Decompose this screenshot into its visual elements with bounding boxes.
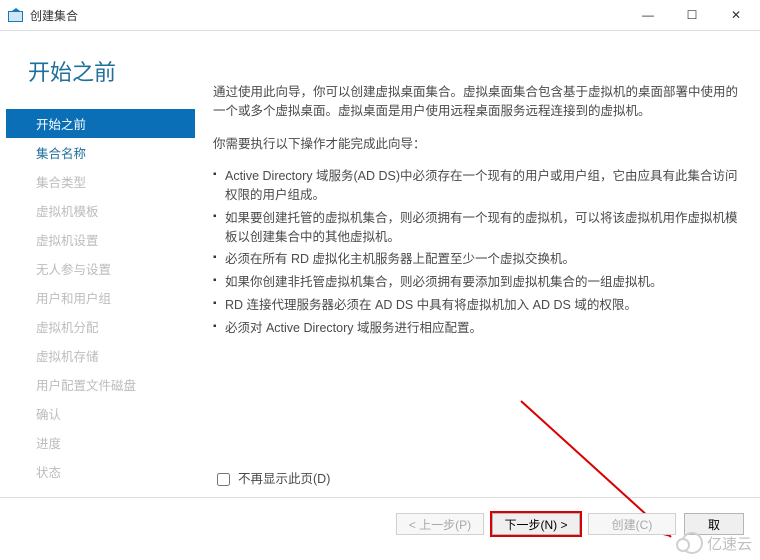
- window-title: 创建集合: [30, 7, 626, 24]
- intro-text: 通过使用此向导，你可以创建虚拟桌面集合。虚拟桌面集合包含基于虚拟机的桌面部署中使…: [213, 83, 738, 121]
- requirement-item: 必须在所有 RD 虚拟化主机服务器上配置至少一个虚拟交换机。: [213, 250, 738, 269]
- requirement-item: RD 连接代理服务器必须在 AD DS 中具有将虚拟机加入 AD DS 域的权限…: [213, 296, 738, 315]
- step-vm-storage: 虚拟机存储: [6, 341, 195, 370]
- page-heading: 开始之前: [6, 31, 195, 109]
- step-vm-settings: 虚拟机设置: [6, 225, 195, 254]
- step-list: 开始之前 集合名称 集合类型 虚拟机模板 虚拟机设置 无人参与设置 用户和用户组…: [6, 109, 195, 486]
- step-progress: 进度: [6, 428, 195, 457]
- step-vm-template: 虚拟机模板: [6, 196, 195, 225]
- wizard-body: 开始之前 开始之前 集合名称 集合类型 虚拟机模板 虚拟机设置 无人参与设置 用…: [0, 31, 760, 498]
- step-vm-assignment: 虚拟机分配: [6, 312, 195, 341]
- previous-button: < 上一步(P): [396, 513, 484, 535]
- content-pane: 通过使用此向导，你可以创建虚拟桌面集合。虚拟桌面集合包含基于虚拟机的桌面部署中使…: [195, 31, 760, 497]
- step-users-groups: 用户和用户组: [6, 283, 195, 312]
- skip-checkbox[interactable]: [217, 473, 230, 486]
- requirement-item: 如果你创建非托管虚拟机集合，则必须拥有要添加到虚拟机集合的一组虚拟机。: [213, 273, 738, 292]
- footer: < 上一步(P) 下一步(N) > 创建(C) 取: [0, 498, 760, 560]
- step-unattended: 无人参与设置: [6, 254, 195, 283]
- sidebar: 开始之前 开始之前 集合名称 集合类型 虚拟机模板 虚拟机设置 无人参与设置 用…: [0, 31, 195, 497]
- window-controls: — ☐ ✕: [626, 1, 758, 29]
- title-bar: 创建集合 — ☐ ✕: [0, 0, 760, 31]
- requirement-item: 必须对 Active Directory 域服务进行相应配置。: [213, 319, 738, 338]
- requirement-item: 如果要创建托管的虚拟机集合，则必须拥有一个现有的虚拟机，可以将该虚拟机用作虚拟机…: [213, 209, 738, 247]
- step-user-profile-disk: 用户配置文件磁盘: [6, 370, 195, 399]
- requirement-item: Active Directory 域服务(AD DS)中必须存在一个现有的用户或…: [213, 167, 738, 205]
- step-status: 状态: [6, 457, 195, 486]
- step-collection-type: 集合类型: [6, 167, 195, 196]
- step-before-you-begin[interactable]: 开始之前: [6, 109, 195, 138]
- skip-row: 不再显示此页(D): [213, 470, 330, 489]
- cancel-button[interactable]: 取: [684, 513, 744, 535]
- maximize-button[interactable]: ☐: [670, 1, 714, 29]
- need-text: 你需要执行以下操作才能完成此向导：: [213, 135, 738, 154]
- minimize-button[interactable]: —: [626, 1, 670, 29]
- requirements-list: Active Directory 域服务(AD DS)中必须存在一个现有的用户或…: [213, 167, 738, 337]
- app-icon: [8, 8, 24, 22]
- skip-label: 不再显示此页(D): [238, 470, 330, 489]
- step-confirm: 确认: [6, 399, 195, 428]
- close-button[interactable]: ✕: [714, 1, 758, 29]
- step-collection-name[interactable]: 集合名称: [6, 138, 195, 167]
- create-button: 创建(C): [588, 513, 676, 535]
- next-button[interactable]: 下一步(N) >: [492, 513, 580, 535]
